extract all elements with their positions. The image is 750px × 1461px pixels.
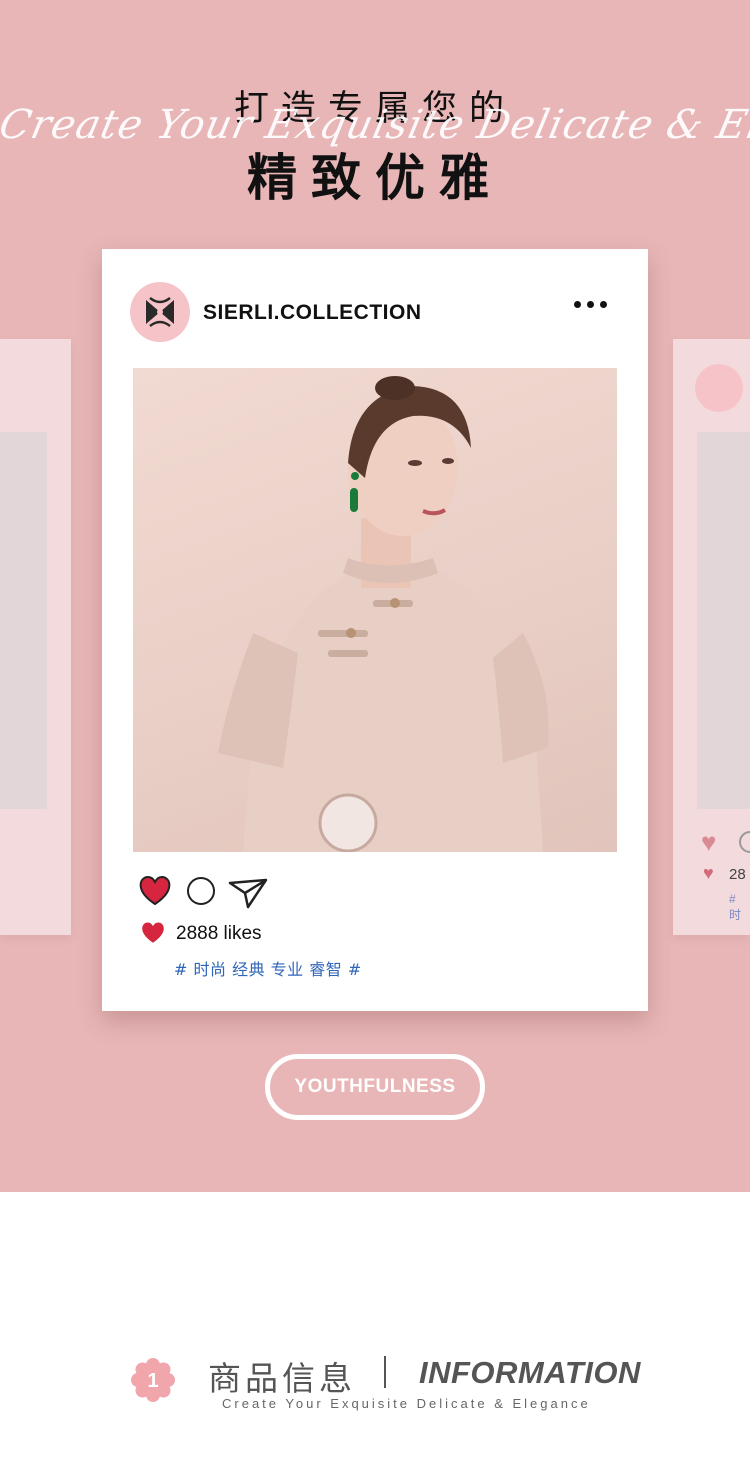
- post-card: SIERLI.COLLECTION 2888 likes # 时尚 经典 专业 …: [102, 249, 648, 1011]
- likes-count: 2888 likes: [176, 923, 262, 944]
- side-card-left[interactable]: [0, 339, 71, 935]
- side-card-left-image: [0, 432, 47, 809]
- side-tags: # 时: [729, 892, 742, 922]
- likes-heart-icon: [142, 922, 164, 943]
- account-handle[interactable]: SIERLI.COLLECTION: [203, 301, 422, 325]
- headline-big: 精致优雅: [247, 149, 503, 207]
- send-icon[interactable]: [228, 877, 268, 909]
- info-subtitle: Create Your Exquisite Delicate & Eleganc…: [222, 1396, 591, 1411]
- heart-icon: ♥: [701, 827, 717, 857]
- brand-logo-icon: [146, 296, 174, 328]
- side-card-right[interactable]: ♥ ♥ 28 # 时: [673, 339, 750, 935]
- side-card-right-image: [697, 432, 750, 809]
- comment-icon[interactable]: [187, 877, 215, 905]
- side-likes: 28: [729, 866, 746, 883]
- divider: [384, 1356, 386, 1388]
- info-title-en: INFORMATION: [419, 1355, 641, 1390]
- hero-section: 打造专属您的 Create Your Exquisite Delicate & …: [0, 0, 750, 1192]
- likes-heart-icon: ♥: [703, 863, 714, 883]
- like-heart-icon[interactable]: [138, 875, 172, 907]
- brand-logo-icon: [695, 364, 743, 412]
- model-photo-icon: [218, 376, 549, 852]
- info-title-cn: 商品信息: [208, 1359, 356, 1398]
- flower-badge-icon: 1: [131, 1358, 175, 1402]
- hashtags[interactable]: # 时尚 经典 专业 睿智 #: [174, 956, 362, 980]
- post-photo[interactable]: [133, 368, 617, 852]
- badge-number: 1: [147, 1370, 158, 1392]
- comment-icon: [739, 831, 750, 853]
- youthfulness-button[interactable]: YOUTHFULNESS: [265, 1054, 485, 1120]
- more-options-icon[interactable]: [574, 301, 607, 308]
- avatar[interactable]: [130, 282, 190, 342]
